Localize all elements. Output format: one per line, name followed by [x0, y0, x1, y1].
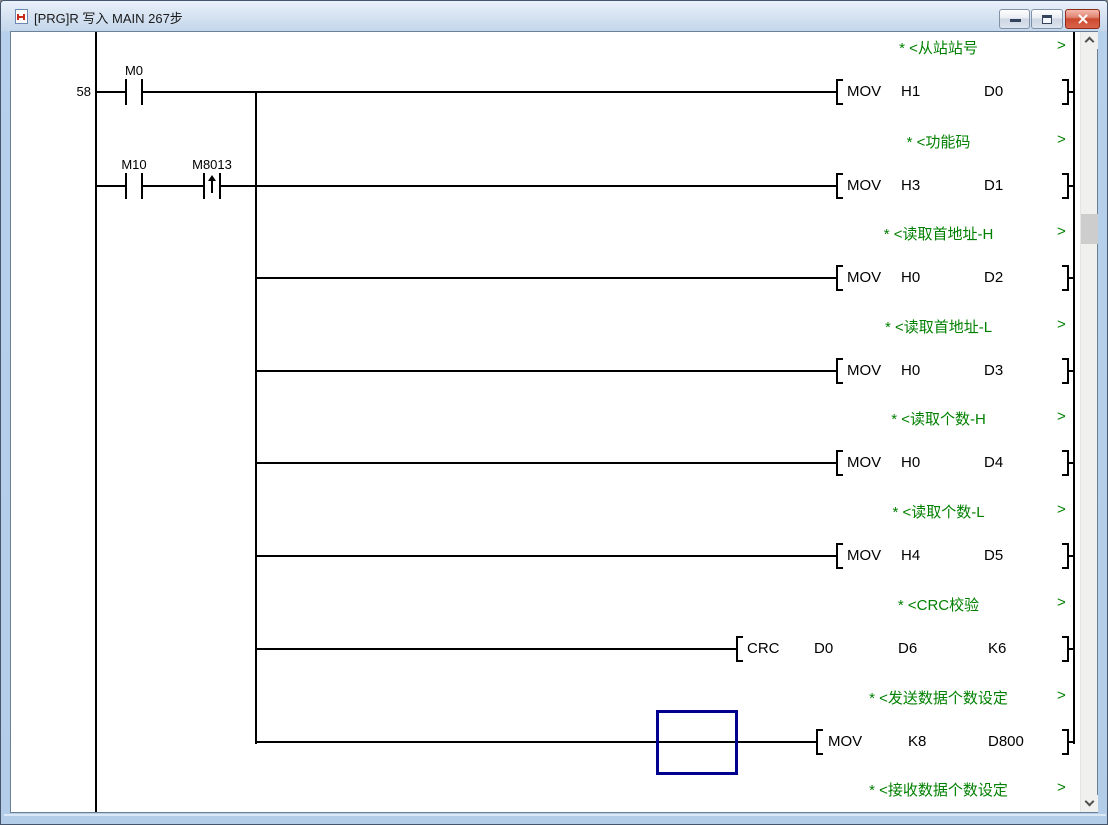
- chevron-up-icon: [1084, 36, 1095, 47]
- operand-1: H0: [899, 454, 923, 472]
- open-bracket: [836, 173, 843, 199]
- comment-close-bracket: >: [1057, 37, 1066, 54]
- open-bracket: [836, 450, 843, 476]
- comment-close-bracket: >: [1057, 779, 1066, 796]
- comment-close-bracket: >: [1057, 131, 1066, 148]
- operand-2: D6: [896, 640, 920, 658]
- rail-tick: [1068, 462, 1074, 464]
- rung-comment: * <读取首地址-H: [883, 226, 994, 243]
- rung-comment: * <发送数据个数设定: [869, 690, 1008, 707]
- comment-close-bracket: >: [1057, 223, 1066, 240]
- rung-wire: [256, 462, 836, 464]
- title-bar: [PRG]R 写入 MAIN 267步: [1, 1, 1107, 31]
- operand-1: H3: [899, 177, 923, 195]
- close-button[interactable]: [1065, 9, 1100, 29]
- rail-tick: [1068, 91, 1074, 93]
- instruction-op: MOV: [845, 177, 884, 195]
- ladder-program-icon: [15, 9, 28, 24]
- instruction-op: MOV: [826, 733, 865, 751]
- instruction-op: MOV: [845, 269, 884, 287]
- scroll-up-button[interactable]: [1081, 32, 1098, 49]
- rail-tick: [1068, 370, 1074, 372]
- operand-3: K6: [986, 640, 1009, 658]
- rung-comment: * <从站站号: [899, 40, 978, 57]
- scrollbar-thumb[interactable]: [1081, 214, 1098, 244]
- comment-close-bracket: >: [1057, 594, 1066, 611]
- rung-comment: * <读取首地址-L: [884, 319, 993, 336]
- operand-1: K8: [906, 733, 929, 751]
- open-bracket: [836, 543, 843, 569]
- rail-tick: [1068, 185, 1074, 187]
- instruction-op: MOV: [845, 454, 884, 472]
- minimize-button[interactable]: [999, 9, 1030, 29]
- right-power-rail: [1073, 32, 1075, 744]
- open-bracket: [836, 79, 843, 105]
- rung-comment: * <读取个数-L: [892, 504, 985, 521]
- window-title: [PRG]R 写入 MAIN 267步: [34, 11, 183, 26]
- rail-tick: [1068, 648, 1074, 650]
- program-window: [PRG]R 写入 MAIN 267步 58 * <从站站号 > M0 MOV …: [0, 0, 1108, 825]
- operand-1: H4: [899, 547, 923, 565]
- operand-2: D4: [982, 454, 1006, 472]
- rail-tick: [1068, 277, 1074, 279]
- ladder-editor: 58 * <从站站号 > M0 MOV H1 D0 * <功能码 > M10 M…: [10, 31, 1098, 813]
- operand-2: D3: [982, 362, 1006, 380]
- operand-1: D0: [812, 640, 836, 658]
- close-icon: [1077, 13, 1089, 25]
- rail-tick: [1068, 555, 1074, 557]
- scroll-down-button[interactable]: [1081, 795, 1098, 812]
- comment-close-bracket: >: [1057, 501, 1066, 518]
- instruction-op: CRC: [745, 640, 782, 658]
- instruction-op: MOV: [845, 362, 884, 380]
- instruction-op: MOV: [845, 547, 884, 565]
- selection-cursor: [656, 710, 738, 775]
- comment-close-bracket: >: [1057, 687, 1066, 704]
- pulse-contact-M8013[interactable]: [203, 173, 221, 199]
- comment-close-bracket: >: [1057, 408, 1066, 425]
- rung-comment: * <功能码: [906, 134, 971, 151]
- maximize-icon: [1042, 15, 1052, 24]
- minimize-icon: [1009, 19, 1021, 22]
- operand-1: H0: [899, 362, 923, 380]
- operand-2: D0: [982, 83, 1006, 101]
- operand-1: H1: [899, 83, 923, 101]
- rail-tick: [1068, 741, 1074, 743]
- open-bracket: [836, 265, 843, 291]
- branch-line: [255, 91, 257, 744]
- rung-wire: [256, 648, 736, 650]
- open-bracket: [836, 358, 843, 384]
- operand-2: D800: [986, 733, 1026, 751]
- operand-1: H0: [899, 269, 923, 287]
- device-label: M0: [124, 63, 144, 78]
- step-number: 58: [76, 84, 91, 99]
- device-label: M10: [121, 157, 147, 172]
- open-bracket: [736, 636, 743, 662]
- ladder-canvas[interactable]: 58 * <从站站号 > M0 MOV H1 D0 * <功能码 > M10 M…: [11, 32, 1080, 812]
- window-frame-highlight: [4, 814, 1106, 816]
- rung-wire: [96, 91, 836, 93]
- no-contact-M10[interactable]: [125, 173, 143, 199]
- left-power-rail: [95, 32, 97, 812]
- operand-2: D5: [982, 547, 1006, 565]
- rung-comment: * <接收数据个数设定: [869, 782, 1008, 799]
- vertical-scrollbar[interactable]: [1080, 32, 1098, 812]
- maximize-button[interactable]: [1031, 9, 1063, 29]
- open-bracket: [816, 729, 823, 755]
- chevron-down-icon: [1084, 796, 1095, 807]
- comment-close-bracket: >: [1057, 316, 1066, 333]
- rung-comment: * <读取个数-H: [891, 411, 986, 428]
- rung-comment: * <CRC校验: [897, 597, 980, 614]
- device-label: M8013: [192, 157, 232, 172]
- no-contact-M0[interactable]: [125, 79, 143, 105]
- operand-2: D1: [982, 177, 1006, 195]
- operand-2: D2: [982, 269, 1006, 287]
- rung-wire: [256, 370, 836, 372]
- rung-wire: [256, 555, 836, 557]
- instruction-op: MOV: [845, 83, 884, 101]
- rung-wire: [256, 277, 836, 279]
